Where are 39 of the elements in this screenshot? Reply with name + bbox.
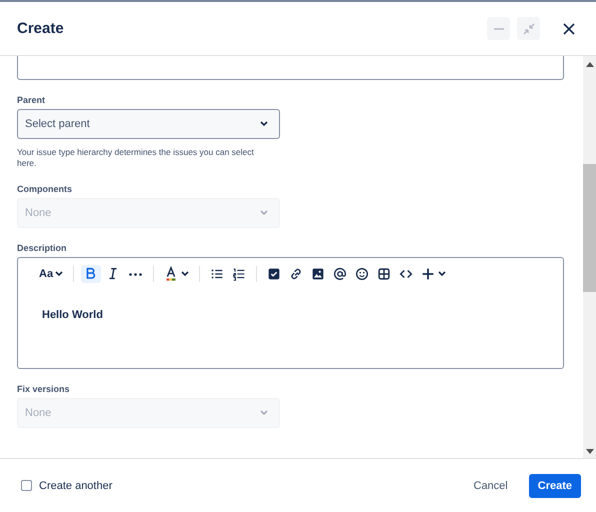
plus-icon [420, 266, 436, 282]
collapse-icon [522, 22, 534, 34]
help-text: Your issue type hierarchy determines the issues you can select here. [17, 147, 255, 170]
checkbox[interactable] [21, 480, 32, 491]
chevron-down-icon [259, 210, 269, 216]
scrollbar-thumb[interactable] [583, 164, 596, 292]
checkbox-icon [266, 266, 282, 282]
chevron-down-icon [259, 410, 269, 416]
field-label: Description [17, 243, 68, 254]
field-label: Fix versions [17, 384, 71, 394]
chevron-down-icon [437, 271, 448, 278]
field-label: Components [17, 184, 73, 194]
editor-text: Hello World [42, 309, 104, 322]
at-sign-icon [332, 266, 348, 282]
text-field[interactable] [17, 56, 564, 80]
minimize-icon [492, 28, 504, 30]
smiley-icon [354, 266, 370, 282]
table-icon [376, 266, 392, 282]
create-button[interactable]: Create [528, 474, 581, 498]
bold-button[interactable] [81, 265, 102, 284]
checkbox-label: Create another [39, 480, 112, 492]
chevron-down-icon [54, 271, 64, 278]
field-label: Parent [17, 95, 46, 105]
text-style-button[interactable]: Aa [37, 265, 66, 284]
chevron-down-icon [259, 121, 269, 127]
image-icon [310, 266, 326, 282]
more-icon [129, 272, 142, 276]
dialog-title: Create [17, 20, 64, 37]
numbered-list-icon [231, 266, 248, 282]
select-field: None [17, 398, 280, 428]
select-field[interactable]: Select parent [17, 109, 280, 139]
close-icon [562, 22, 574, 34]
scroll-down-icon[interactable] [586, 449, 594, 454]
select-field: None [17, 198, 280, 228]
description-editor[interactable]: Aa Hello World [17, 257, 564, 370]
scroll-up-icon[interactable] [586, 62, 594, 67]
chevron-down-icon [180, 271, 190, 278]
scrollbar[interactable] [583, 56, 596, 458]
cancel-button[interactable]: Cancel [464, 474, 517, 498]
